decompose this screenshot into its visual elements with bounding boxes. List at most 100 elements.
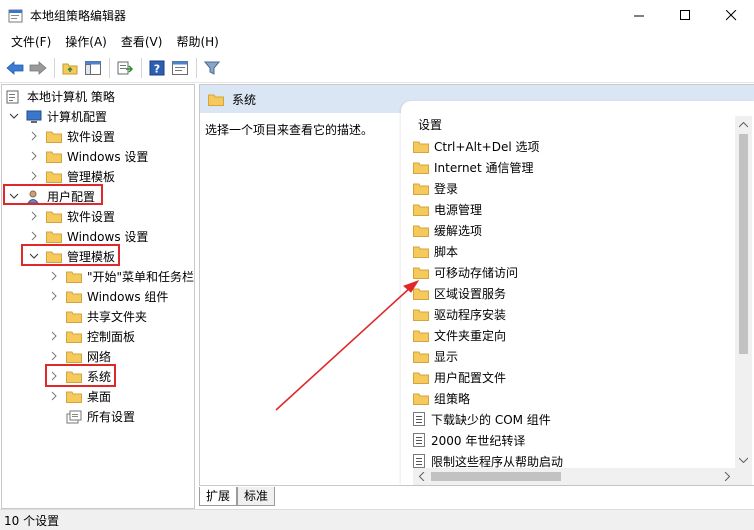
properties-button[interactable] [169,57,191,79]
folder-icon [413,287,429,300]
window-title: 本地组策略编辑器 [30,9,127,23]
column-header-setting[interactable]: 设置 [418,116,442,133]
tree-node-control-panel[interactable]: 控制面板 [48,326,135,346]
scroll-right-icon[interactable] [718,468,735,485]
back-button[interactable] [4,57,26,79]
list-item[interactable]: 登录 [413,178,458,198]
tree-label: 控制面板 [87,329,136,344]
export-list-button[interactable] [114,57,136,79]
list-item-label: 2000 年世纪转译 [431,433,526,448]
tree-node-user-windows-settings[interactable]: Windows 设置 [28,226,148,246]
up-one-level-button[interactable] [59,57,81,79]
list-item-label: 可移动存储访问 [434,265,519,280]
folder-icon [413,392,429,405]
list-item[interactable]: 文件夹重定向 [413,325,506,345]
filter-icon [204,61,220,75]
tree-node-start-menu-taskbar[interactable]: "开始"菜单和任务栏 [48,266,194,286]
list-item[interactable]: 电源管理 [413,199,482,219]
list-item-label: 缓解选项 [434,223,483,238]
tree-node-user-software-settings[interactable]: 软件设置 [28,206,115,226]
policy-icon [6,90,22,103]
tree-node-desktop[interactable]: 桌面 [48,386,111,406]
menu-view[interactable]: 查看(V) [114,31,170,53]
menu-action[interactable]: 操作(A) [58,31,114,53]
tree-node-shared-folders[interactable]: 共享文件夹 [66,306,147,326]
maximize-button[interactable] [662,0,708,31]
svg-text:?: ? [154,62,160,75]
status-bar: 10 个设置 [0,509,754,530]
folder-icon [66,390,82,403]
tree-node-computer-software-settings[interactable]: 软件设置 [28,126,115,146]
tree-label: 管理模板 [67,169,116,184]
tab-extended[interactable]: 扩展 [199,487,238,506]
list-item[interactable]: 缓解选项 [413,220,482,240]
list-item[interactable]: 组策略 [413,388,470,408]
tree-node-computer-windows-settings[interactable]: Windows 设置 [28,146,148,166]
list-item[interactable]: 用户配置文件 [413,367,506,387]
tab-standard[interactable]: 标准 [237,487,276,506]
computer-icon [26,110,42,123]
list-item-label: 文件夹重定向 [434,328,507,343]
list-item-label: Internet 通信管理 [434,160,534,175]
folder-up-icon [62,63,78,74]
menu-file[interactable]: 文件(F) [4,31,58,53]
chevron-right-icon[interactable] [28,130,40,142]
list-item[interactable]: 显示 [413,346,458,366]
chevron-right-icon[interactable] [28,230,40,242]
tree-label: 共享文件夹 [87,309,148,324]
scroll-up-icon[interactable] [735,116,752,133]
forward-button[interactable] [27,57,49,79]
list-item[interactable]: 可移动存储访问 [413,262,518,282]
menu-help[interactable]: 帮助(H) [169,31,225,53]
scroll-down-icon[interactable] [735,451,752,468]
folder-icon [46,230,62,243]
close-button[interactable] [708,0,754,31]
close-icon [725,10,736,21]
minimize-icon [633,15,644,17]
group-policy-app-icon [8,8,24,24]
view-tabs: 扩展 标准 [199,487,276,507]
chevron-down-icon[interactable] [8,110,20,122]
tree-node-windows-components[interactable]: Windows 组件 [48,286,168,306]
filter-button[interactable] [201,57,223,79]
chevron-right-icon[interactable] [28,210,40,222]
scroll-left-icon[interactable] [413,468,430,485]
chevron-right-icon[interactable] [48,290,60,302]
chevron-right-icon[interactable] [28,170,40,182]
tree-node-local-computer-policy[interactable]: 本地计算机 策略 [6,86,115,106]
tree-label: 网络 [87,349,112,364]
list-item[interactable]: Internet 通信管理 [413,157,533,177]
tree-node-computer-configuration[interactable]: 计算机配置 [8,106,107,126]
show-hide-tree-button[interactable] [82,57,104,79]
chevron-right-icon[interactable] [28,150,40,162]
tree-node-computer-admin-templates[interactable]: 管理模板 [28,166,115,186]
folder-icon [46,210,62,223]
list-item-label: 限制这些程序从帮助启动 [431,454,564,469]
tree-node-all-settings[interactable]: 所有设置 [66,406,135,426]
chevron-right-icon[interactable] [48,390,60,402]
list-item[interactable]: 2000 年世纪转译 [413,430,525,450]
toolbar-separator [141,57,142,78]
list-item[interactable]: Ctrl+Alt+Del 选项 [413,136,539,156]
tree-node-network[interactable]: 网络 [48,346,111,366]
list-item-label: 区域设置服务 [434,286,507,301]
horizontal-scrollbar[interactable] [413,468,752,485]
maximize-icon [679,10,690,20]
list-item[interactable]: 下载缺少的 COM 组件 [413,409,551,429]
list-item[interactable]: 驱动程序安装 [413,304,506,324]
vertical-scrollbar[interactable] [735,116,752,468]
help-button[interactable]: ? [146,57,168,79]
vertical-scroll-thumb[interactable] [739,134,748,354]
toolbar-separator [54,57,55,78]
folder-icon [208,93,224,106]
folder-icon [66,350,82,363]
folder-icon [413,140,429,153]
minimize-button[interactable] [616,0,662,31]
list-item[interactable]: 脚本 [413,241,458,261]
folder-icon [413,350,429,363]
list-item[interactable]: 区域设置服务 [413,283,506,303]
chevron-right-icon[interactable] [48,330,60,342]
chevron-right-icon[interactable] [48,350,60,362]
chevron-right-icon[interactable] [48,270,60,282]
horizontal-scroll-thumb[interactable] [431,472,561,481]
